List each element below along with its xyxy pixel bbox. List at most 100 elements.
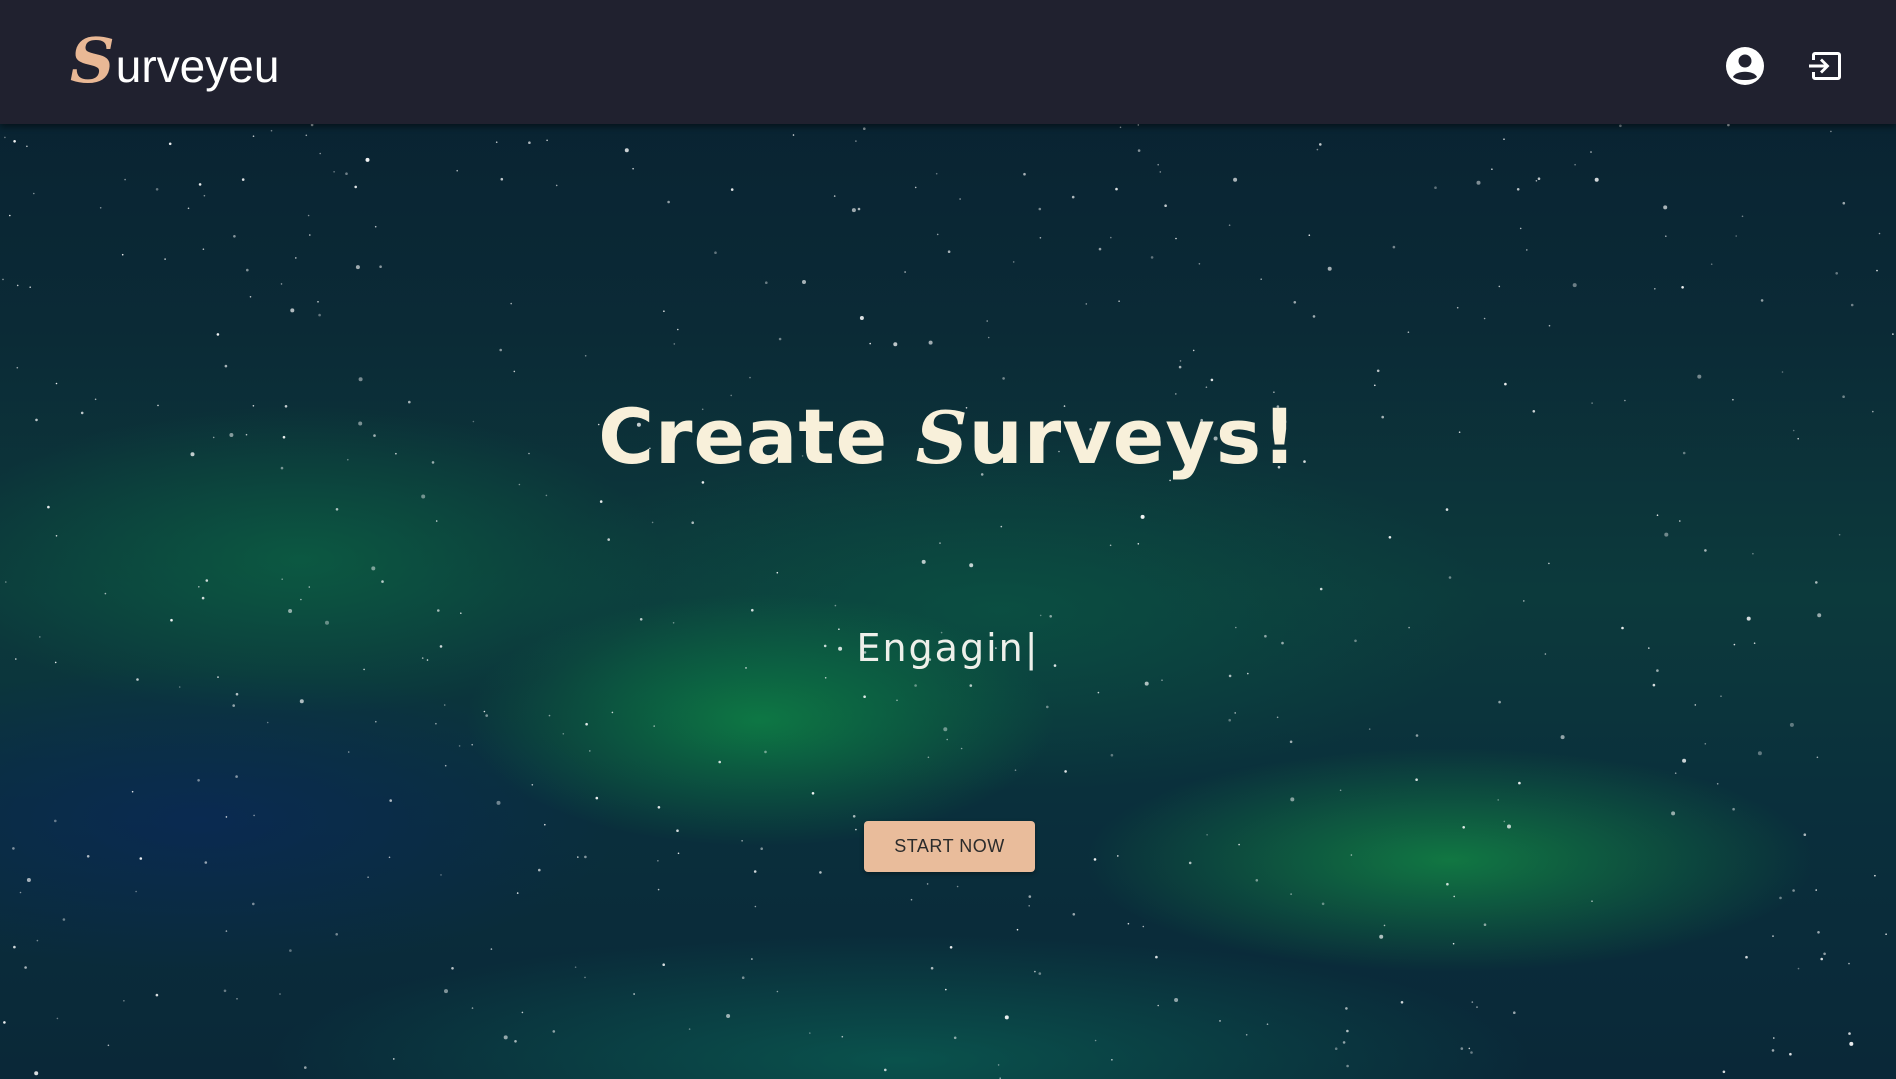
- star: [714, 251, 717, 254]
- star: [1400, 1001, 1404, 1004]
- star: [295, 257, 297, 259]
- star: [910, 898, 913, 901]
- star: [1098, 247, 1102, 251]
- star: [1247, 672, 1249, 675]
- star: [335, 933, 339, 936]
- star: [632, 167, 634, 170]
- star: [921, 559, 926, 564]
- star: [824, 677, 827, 679]
- star: [499, 348, 503, 352]
- star: [914, 684, 917, 687]
- star: [997, 1064, 1000, 1066]
- star: [164, 258, 166, 260]
- start-now-button[interactable]: START NOW: [864, 821, 1035, 872]
- star: [456, 169, 459, 172]
- star: [249, 296, 252, 298]
- star: [855, 140, 857, 142]
- star: [939, 542, 941, 544]
- star: [1094, 1039, 1097, 1042]
- star: [1850, 303, 1854, 307]
- star: [354, 185, 358, 189]
- star: [379, 265, 382, 269]
- star: [495, 141, 498, 143]
- star: [811, 792, 815, 795]
- star: [1757, 751, 1762, 756]
- star: [136, 678, 139, 681]
- star: [1046, 705, 1049, 709]
- star: [1159, 171, 1162, 173]
- star: [657, 806, 661, 809]
- star: [233, 235, 236, 238]
- star: [299, 699, 304, 704]
- star: [235, 692, 239, 696]
- star: [1012, 261, 1015, 263]
- brand-logo[interactable]: S urveyeu: [70, 30, 279, 100]
- star: [651, 521, 654, 524]
- star: [751, 958, 753, 960]
- star: [1773, 1037, 1775, 1039]
- star: [252, 135, 255, 137]
- account-circle-icon[interactable]: [1725, 46, 1765, 86]
- star: [197, 779, 200, 782]
- star: [155, 188, 159, 191]
- star: [676, 829, 679, 832]
- star: [4, 136, 6, 139]
- star: [224, 364, 228, 368]
- star: [893, 342, 898, 347]
- star: [1594, 177, 1599, 182]
- star: [639, 618, 643, 621]
- star: [1572, 283, 1577, 288]
- star: [1110, 753, 1114, 757]
- star: [1681, 286, 1684, 289]
- star: [1127, 922, 1130, 925]
- star: [1548, 562, 1550, 565]
- star: [198, 183, 202, 186]
- star: [1210, 378, 1214, 382]
- star: [1656, 514, 1659, 516]
- star: [155, 993, 159, 997]
- star: [513, 370, 516, 373]
- star: [236, 998, 238, 1000]
- star: [1234, 712, 1236, 714]
- star: [56, 1017, 59, 1020]
- star: [1468, 1047, 1471, 1050]
- star: [1720, 695, 1722, 697]
- login-icon[interactable]: [1805, 46, 1845, 86]
- star: [945, 988, 947, 991]
- star: [1238, 843, 1240, 846]
- star: [2, 278, 4, 281]
- star: [496, 800, 501, 805]
- star: [662, 963, 665, 966]
- star: [1276, 716, 1279, 719]
- star: [252, 902, 255, 906]
- star: [471, 743, 474, 746]
- star: [471, 1007, 474, 1009]
- typing-cursor: |: [1024, 626, 1040, 670]
- star: [1023, 172, 1026, 176]
- star: [1233, 177, 1238, 182]
- star: [1164, 204, 1167, 207]
- star: [833, 195, 836, 197]
- star: [1111, 1059, 1113, 1061]
- star: [318, 313, 321, 317]
- star: [1504, 382, 1507, 386]
- star: [585, 722, 588, 726]
- star: [1453, 895, 1455, 898]
- star: [460, 612, 462, 614]
- star: [765, 281, 768, 285]
- star: [451, 967, 454, 970]
- star: [54, 819, 57, 823]
- star: [388, 856, 391, 859]
- star: [1654, 288, 1656, 290]
- star: [232, 704, 235, 707]
- star: [1697, 374, 1702, 379]
- star: [1590, 151, 1592, 153]
- star: [16, 366, 19, 369]
- star: [1771, 1049, 1775, 1052]
- star: [1664, 532, 1669, 537]
- star: [198, 586, 200, 588]
- star: [611, 711, 614, 714]
- star: [1716, 783, 1719, 785]
- star: [863, 695, 866, 698]
- star: [1407, 331, 1410, 334]
